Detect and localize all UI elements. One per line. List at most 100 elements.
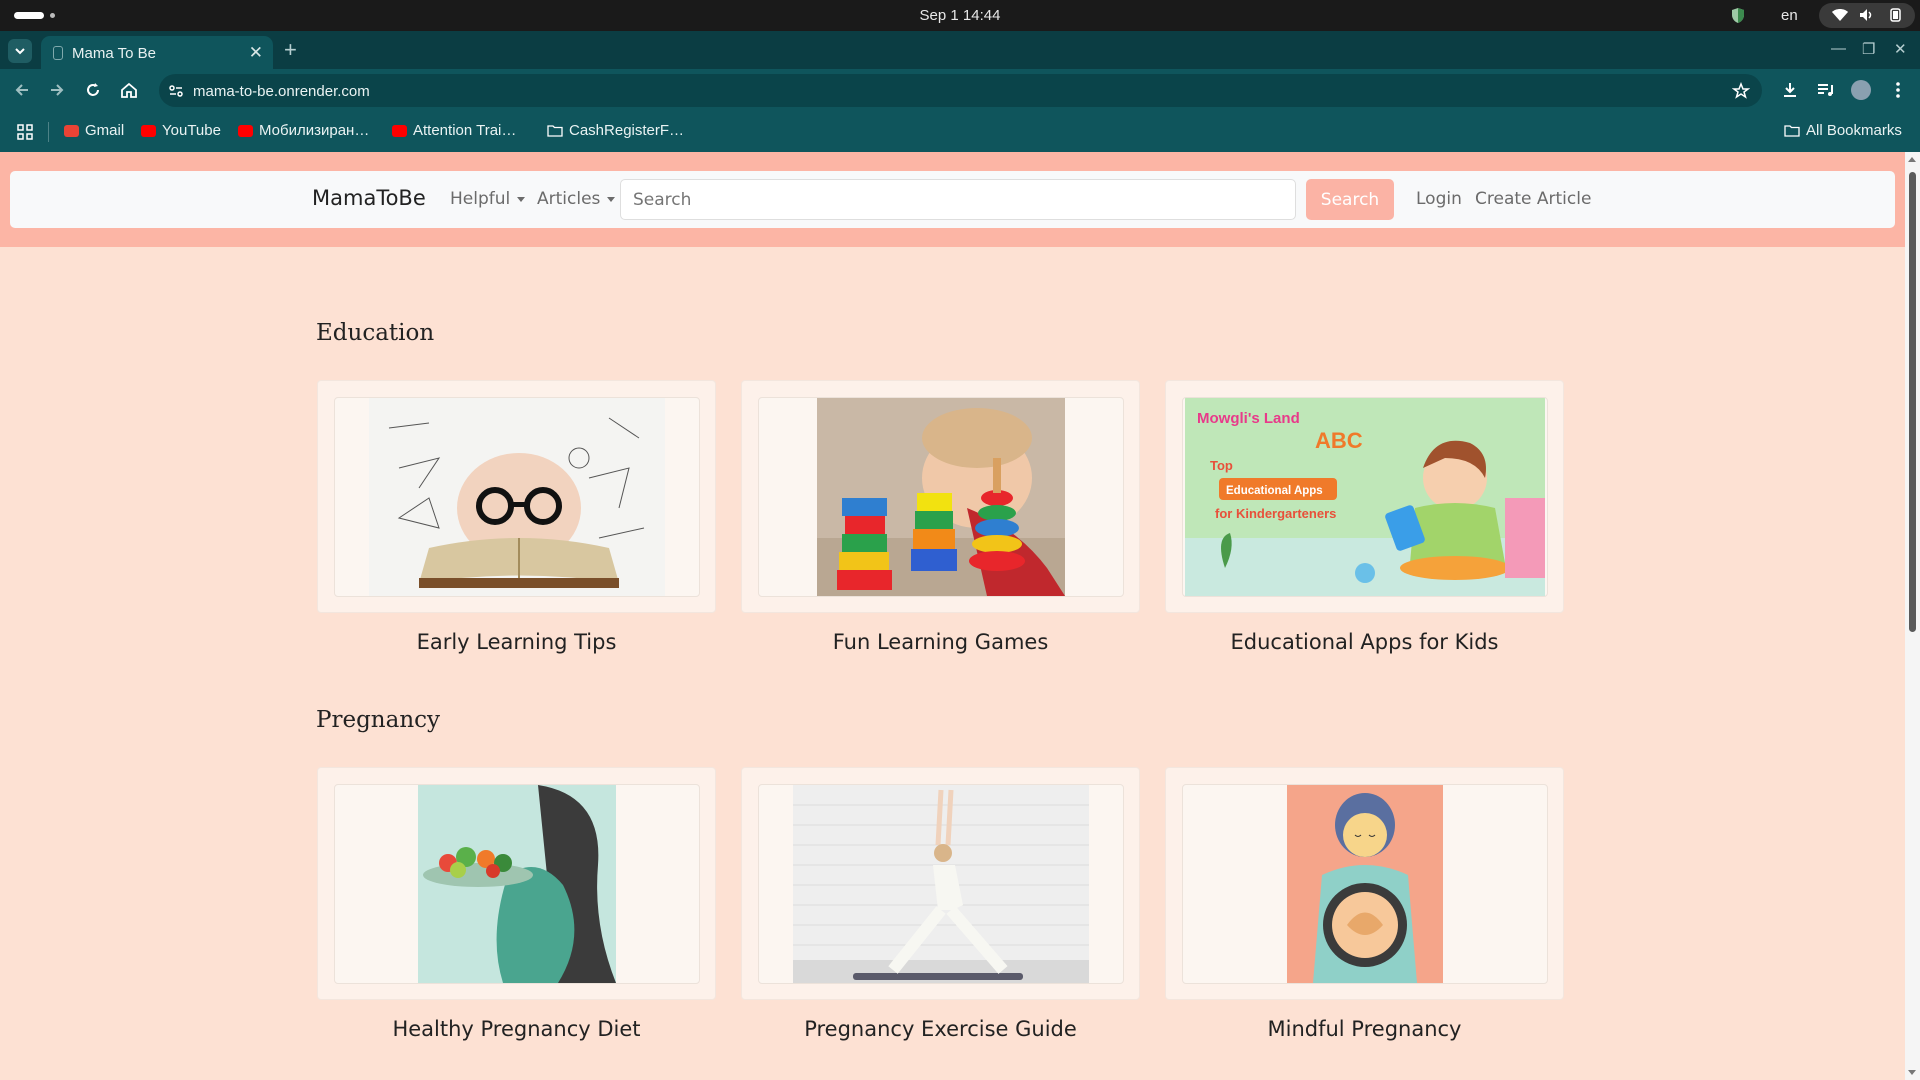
search-button[interactable]: Search [1306, 179, 1394, 220]
image-text-top: Top [1210, 458, 1233, 473]
shield-icon[interactable] [1731, 7, 1745, 24]
star-icon[interactable] [1732, 82, 1750, 100]
card-title-early-learning[interactable]: Early Learning Tips [317, 630, 716, 654]
create-article-link[interactable]: Create Article [1475, 189, 1591, 209]
bookmark-label: Gmail [85, 122, 125, 139]
url-text: mama-to-be.onrender.com [193, 83, 370, 100]
baby-toys-image [817, 398, 1065, 596]
scroll-down-icon[interactable] [1908, 1070, 1916, 1075]
caret-down-icon [517, 196, 526, 202]
gmail-icon [64, 124, 79, 137]
card-image-frame [758, 397, 1124, 597]
profile-avatar[interactable] [1851, 80, 1871, 100]
card-title-mindful-pregnancy[interactable]: Mindful Pregnancy [1165, 1017, 1564, 1041]
media-controls-icon[interactable] [1815, 80, 1835, 100]
card-pregnancy-exercise-guide[interactable] [741, 767, 1140, 1000]
image-text-abc: ABC [1315, 428, 1363, 453]
bookmarks-divider [48, 122, 49, 142]
section-title-pregnancy: Pregnancy [316, 707, 441, 733]
card-fun-learning-games[interactable] [741, 380, 1140, 613]
pregnancy-yoga-image [793, 785, 1089, 983]
card-title-fun-learning-games[interactable]: Fun Learning Games [741, 630, 1140, 654]
minimize-button[interactable]: — [1831, 40, 1846, 57]
baby-reading-image [369, 398, 665, 596]
card-image-frame [1182, 784, 1548, 984]
articles-label: Articles [537, 189, 601, 209]
back-icon[interactable] [12, 80, 32, 100]
download-icon[interactable] [1780, 80, 1800, 100]
favicon-icon [53, 46, 63, 60]
volume-icon [1860, 9, 1872, 21]
folder-icon [1784, 125, 1800, 137]
new-tab-button[interactable]: + [284, 37, 297, 63]
articles-dropdown[interactable]: Articles [537, 189, 616, 209]
tab-mama-to-be[interactable]: Mama To Be ✕ [41, 36, 273, 69]
browser-toolbar: mama-to-be.onrender.com [0, 69, 1920, 112]
bookmark-attention-training[interactable]: Attention Trai… [392, 122, 516, 139]
bookmark-youtube[interactable]: YouTube [141, 122, 221, 139]
all-bookmarks-label: All Bookmarks [1806, 122, 1902, 139]
image-text-kindergarteners: for Kindergarteners [1215, 506, 1336, 521]
card-title-pregnancy-exercise-guide[interactable]: Pregnancy Exercise Guide [741, 1017, 1140, 1041]
card-image-frame [758, 784, 1124, 984]
helpful-label: Helpful [450, 189, 511, 209]
more-menu-icon[interactable] [1888, 80, 1908, 100]
language-indicator[interactable]: en [1781, 7, 1798, 24]
forward-icon[interactable] [47, 80, 67, 100]
page-scrollbar[interactable] [1905, 152, 1920, 1080]
educational-apps-image: Mowgli's Land ABC Top Educational Apps f… [1185, 398, 1545, 596]
card-image-frame: Mowgli's Land ABC Top Educational Apps f… [1182, 397, 1548, 597]
chevron-down-icon [15, 48, 25, 55]
image-text-educational-apps: Educational Apps [1226, 485, 1323, 497]
site-info-icon[interactable] [168, 83, 184, 99]
bookmark-label: CashRegisterF… [569, 122, 685, 139]
brand-link[interactable]: MamaToBe [312, 186, 426, 210]
bookmark-label: YouTube [162, 122, 221, 139]
folder-icon [547, 125, 563, 137]
card-early-learning-tips[interactable] [317, 380, 716, 613]
youtube-icon [238, 124, 253, 137]
tab-search-button[interactable] [8, 39, 32, 63]
clock[interactable]: Sep 1 14:44 [0, 7, 1920, 24]
apps-grid-icon[interactable] [17, 124, 33, 140]
search-input[interactable] [620, 179, 1296, 220]
bookmark-label: Attention Trai… [413, 122, 517, 139]
scroll-thumb[interactable] [1909, 172, 1916, 632]
caret-down-icon [607, 196, 616, 202]
restore-button[interactable]: ❐ [1862, 40, 1875, 58]
youtube-icon [141, 124, 156, 137]
home-icon[interactable] [119, 80, 139, 100]
browser-tab-strip: Mama To Be ✕ + — ❐ ✕ [0, 31, 1920, 69]
image-text-logo: Mowgli's Land [1197, 410, 1300, 427]
tab-title: Mama To Be [72, 45, 156, 62]
system-tray[interactable] [1819, 3, 1915, 28]
bookmark-gmail[interactable]: Gmail [64, 122, 124, 139]
bookmark-mobilizirane[interactable]: Мобилизиран… [238, 122, 369, 139]
web-page: MamaToBe Helpful Articles Search Login C… [0, 152, 1905, 1080]
all-bookmarks-button[interactable]: All Bookmarks [1784, 122, 1902, 139]
card-image-frame [334, 397, 700, 597]
bookmark-cashregister-folder[interactable]: CashRegisterF… [547, 122, 684, 139]
bookmark-label: Мобилизиран… [259, 122, 370, 139]
battery-icon [1890, 8, 1901, 22]
site-navbar: MamaToBe Helpful Articles Search Login C… [10, 171, 1895, 228]
card-image-frame [334, 784, 700, 984]
scroll-up-icon[interactable] [1908, 157, 1916, 162]
mindful-pregnancy-image [1287, 785, 1443, 983]
youtube-icon [392, 124, 407, 137]
card-educational-apps[interactable]: Mowgli's Land ABC Top Educational Apps f… [1165, 380, 1564, 613]
card-mindful-pregnancy[interactable] [1165, 767, 1564, 1000]
section-title-education: Education [316, 320, 435, 346]
helpful-dropdown[interactable]: Helpful [450, 189, 526, 209]
login-link[interactable]: Login [1416, 189, 1462, 209]
pregnancy-diet-image [418, 785, 616, 983]
card-title-educational-apps[interactable]: Educational Apps for Kids [1165, 630, 1564, 654]
reload-icon[interactable] [83, 80, 103, 100]
address-bar[interactable]: mama-to-be.onrender.com [159, 74, 1762, 107]
bookmarks-bar: Gmail YouTube Мобилизиран… Attention Tra… [0, 112, 1920, 152]
os-top-bar: Sep 1 14:44 en [0, 0, 1920, 31]
card-healthy-pregnancy-diet[interactable] [317, 767, 716, 1000]
close-tab-icon[interactable]: ✕ [249, 43, 263, 63]
card-title-healthy-pregnancy-diet[interactable]: Healthy Pregnancy Diet [317, 1017, 716, 1041]
close-window-button[interactable]: ✕ [1894, 40, 1907, 58]
